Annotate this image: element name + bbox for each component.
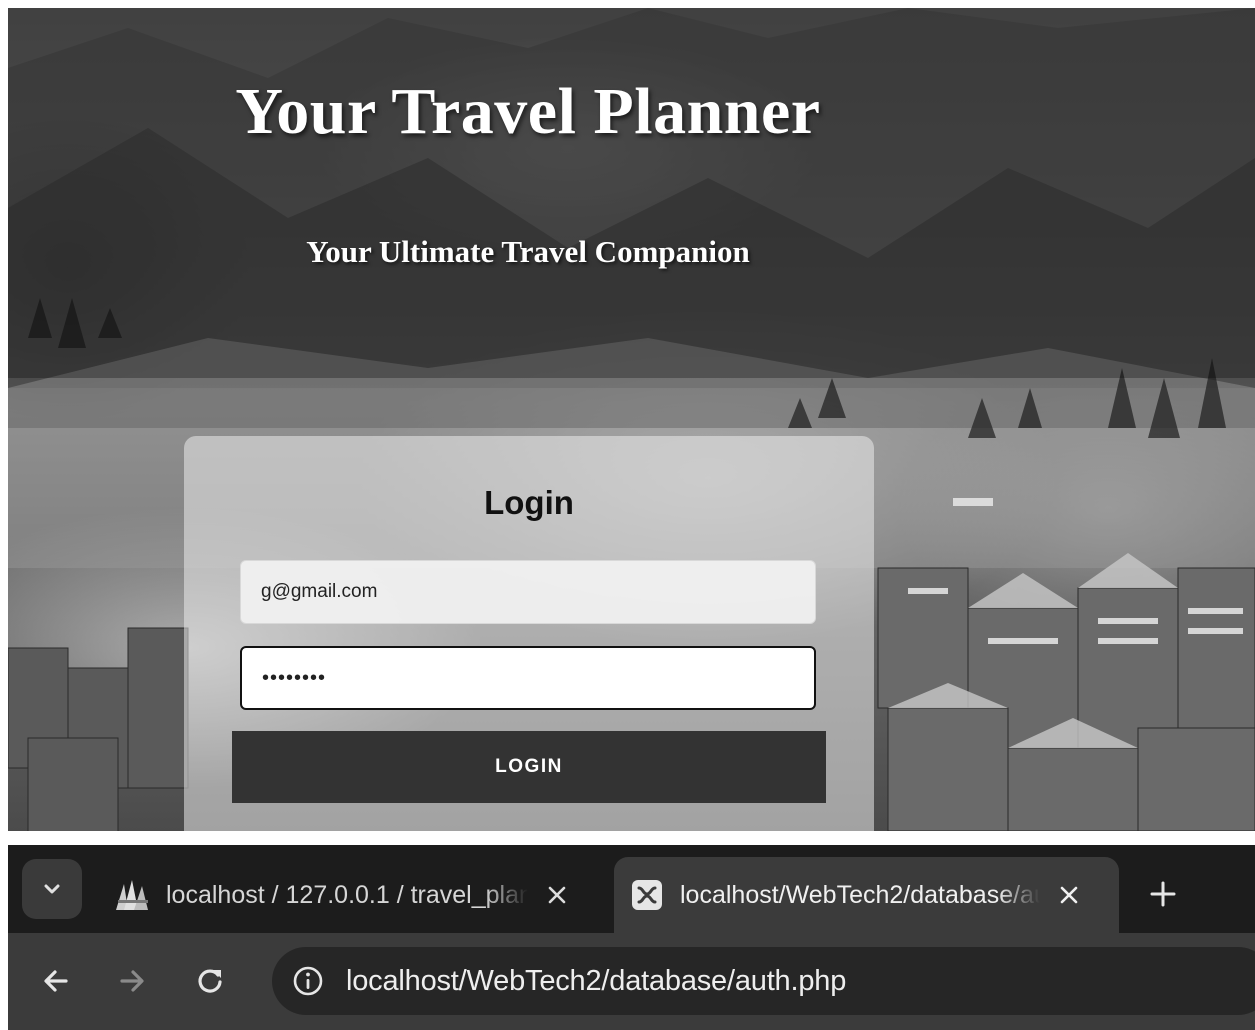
tab-phpmyadmin[interactable]: localhost / 127.0.0.1 / travel_planner: [100, 857, 600, 933]
browser-toolbar: localhost/WebTech2/database/auth.php: [8, 933, 1255, 1030]
login-heading: Login: [484, 484, 574, 521]
tab-label: localhost/WebTech2/database/auth.php: [680, 880, 1040, 909]
login-button[interactable]: LOGIN: [232, 731, 826, 803]
page-subtitle: Your Ultimate Travel Companion: [306, 234, 750, 269]
tab-label: localhost / 127.0.0.1 / travel_planner: [166, 880, 528, 909]
close-icon[interactable]: [1052, 878, 1086, 912]
arrow-right-icon: [120, 970, 144, 992]
arrow-left-icon: [44, 970, 68, 992]
password-field[interactable]: ••••••••: [240, 646, 816, 710]
back-button[interactable]: [28, 953, 84, 1009]
tab-strip: localhost / 127.0.0.1 / travel_planner l…: [8, 845, 1255, 933]
site-info-icon[interactable]: [288, 961, 328, 1001]
reload-icon: [198, 969, 222, 993]
email-field[interactable]: g@gmail.com: [240, 560, 816, 624]
webpage-viewport: Your Travel Planner Your Ultimate Travel…: [8, 8, 1255, 831]
login-form: Login g@gmail.com •••••••• LOGIN: [184, 436, 874, 831]
plus-icon: [1150, 881, 1176, 907]
reload-button[interactable]: [182, 953, 238, 1009]
xampp-icon: [628, 876, 666, 914]
new-tab-button[interactable]: [1138, 869, 1188, 919]
close-icon[interactable]: [540, 878, 574, 912]
address-bar-url: localhost/WebTech2/database/auth.php: [346, 964, 847, 997]
forward-button[interactable]: [104, 953, 160, 1009]
page-title: Your Travel Planner: [235, 75, 821, 148]
phpmyadmin-icon: [114, 876, 152, 914]
hero-overlay: [8, 8, 1255, 378]
tab-search-button[interactable]: [22, 859, 82, 919]
tab-auth-page[interactable]: localhost/WebTech2/database/auth.php: [614, 857, 1119, 933]
chevron-down-icon: [44, 884, 60, 894]
browser-chrome: localhost / 127.0.0.1 / travel_planner l…: [8, 845, 1255, 1030]
address-bar[interactable]: localhost/WebTech2/database/auth.php: [272, 947, 1255, 1015]
